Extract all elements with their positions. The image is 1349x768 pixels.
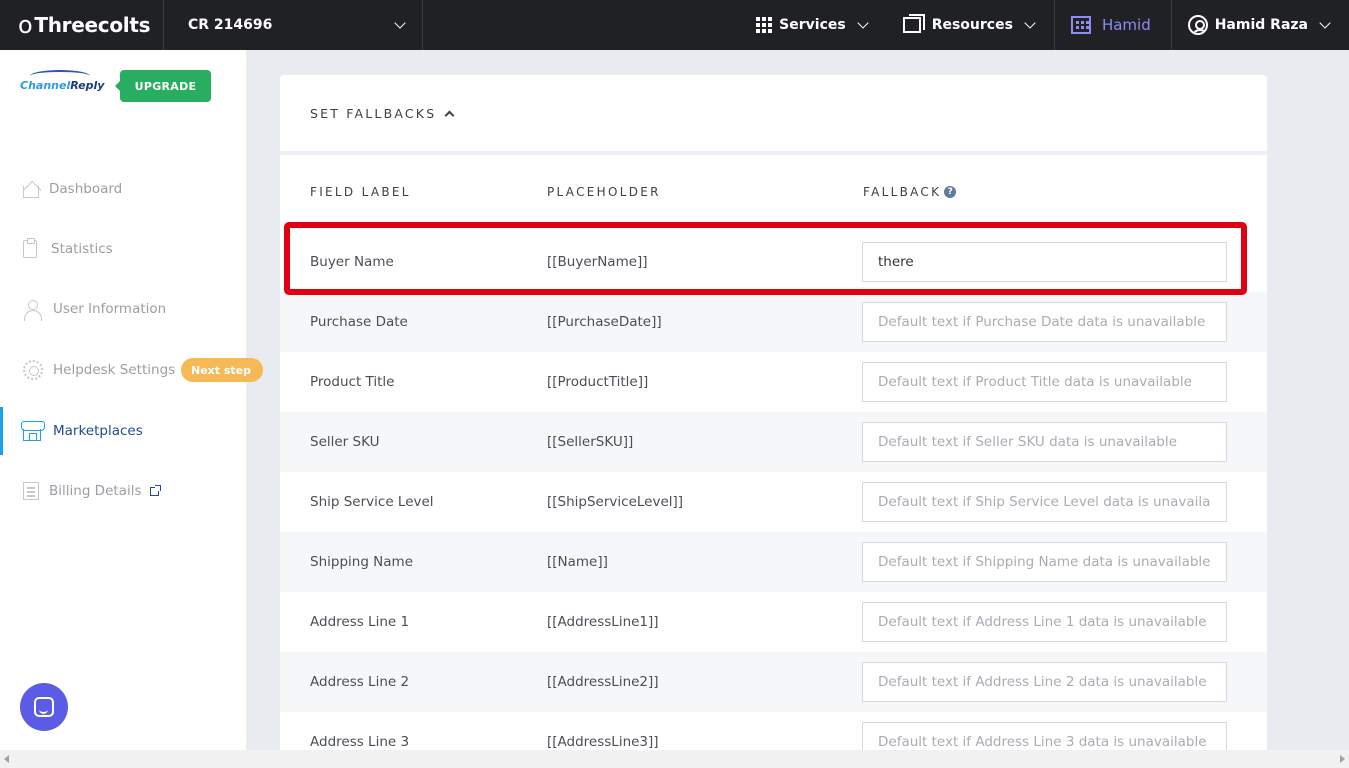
column-header-fallback-label: FALLBACK [863,185,942,199]
column-header-fallback: FALLBACK ? [863,185,957,199]
help-icon[interactable]: ? [944,186,957,198]
user-menu[interactable]: Hamid Raza [1172,0,1349,50]
sidebar-item-dashboard[interactable]: Dashboard [0,165,246,213]
top-navbar: ᴏ Threecolts CR 214696 Services Resource… [0,0,1349,50]
placeholder-token: [[PurchaseDate]] [547,314,662,330]
chevron-down-icon [1319,17,1331,29]
chat-icon [34,697,54,717]
sidebar-item-label: Statistics [51,241,113,257]
resources-menu[interactable]: Resources [885,0,1054,50]
book-icon [902,14,925,33]
resources-label: Resources [931,17,1013,33]
chat-launcher-button[interactable] [20,683,68,731]
user-name: Hamid Raza [1214,17,1308,33]
placeholder-token: [[AddressLine1]] [547,614,659,630]
services-menu[interactable]: Services [738,0,885,50]
placeholder-token: [[AddressLine2]] [547,674,659,690]
table-row: Address Line 2 [[AddressLine2]] [280,652,1267,712]
sidebar-item-label: Marketplaces [53,423,143,439]
billing-icon [23,482,39,500]
column-header-placeholder: PLACEHOLDER [547,185,661,199]
placeholder-token: [[SellerSKU]] [547,434,634,450]
apps-grid-icon [756,17,773,33]
field-label: Address Line 1 [310,614,410,630]
column-header-field-label: FIELD LABEL [310,185,411,199]
table-row: Address Line 1 [[AddressLine1]] [280,592,1267,652]
table-row: Ship Service Level [[ShipServiceLevel]] [280,472,1267,532]
placeholder-token: [[ProductTitle]] [547,374,649,390]
threecolts-logo-icon: ᴏ [18,11,33,39]
field-label: Buyer Name [310,254,394,270]
brand-name: Threecolts [34,13,151,37]
sidebar-item-statistics[interactable]: Statistics [0,225,246,273]
upgrade-button[interactable]: UPGRADE [115,70,211,102]
field-label: Ship Service Level [310,494,434,510]
sidebar-item-label: User Information [53,301,167,317]
fallback-input[interactable] [862,362,1227,402]
set-fallbacks-toggle[interactable]: SET FALLBACKS [310,105,455,121]
chevron-down-icon [857,17,869,29]
fallbacks-card: SET FALLBACKS FIELD LABEL PLACEHOLDER FA… [280,75,1267,765]
sidebar-item-user-information[interactable]: User Information [0,285,246,333]
scroll-right-arrow-icon[interactable] [1340,755,1345,763]
logo-text-reply: Reply [70,79,105,92]
channelreply-logo[interactable]: ChannelReply [20,70,104,102]
chevron-up-icon [444,110,455,120]
fallback-input[interactable] [862,302,1227,342]
table-row: Product Title [[ProductTitle]] [280,352,1267,412]
next-step-badge: Next step [181,358,263,382]
store-icon [21,420,45,441]
fallback-input[interactable] [862,422,1227,462]
table-row: Seller SKU [[SellerSKU]] [280,412,1267,472]
gear-icon [23,360,43,380]
sidebar-item-label: Dashboard [49,181,123,197]
fallback-input[interactable] [862,482,1227,522]
horizontal-scrollbar[interactable] [0,750,1349,768]
sidebar-item-label: Billing Details [49,483,142,499]
fallback-input[interactable] [862,542,1227,582]
sidebar-item-helpdesk-settings[interactable]: Helpdesk Settings Next step [0,346,263,394]
external-link-icon [150,484,162,496]
chevron-down-icon [394,17,406,29]
user-icon [23,299,43,321]
sidebar-item-label: Helpdesk Settings [53,362,176,378]
placeholder-token: [[ShipServiceLevel]] [547,494,684,510]
field-label: Address Line 2 [310,674,410,690]
fallback-input[interactable] [862,242,1227,282]
field-label: Purchase Date [310,314,408,330]
field-label: Seller SKU [310,434,380,450]
chevron-down-icon [1024,17,1036,29]
table-row: Shipping Name [[Name]] [280,532,1267,592]
sidebar-item-billing-details[interactable]: Billing Details [0,467,246,515]
sidebar: ChannelReply UPGRADE Dashboard Statistic… [0,50,263,750]
card-header: SET FALLBACKS [280,75,1267,155]
table-row: Purchase Date [[PurchaseDate]] [280,292,1267,352]
placeholder-token: [[Name]] [547,554,608,570]
placeholder-token: [[BuyerName]] [547,254,648,270]
building-icon [1070,16,1091,34]
table-row: Buyer Name [[BuyerName]] [280,232,1267,292]
scroll-left-arrow-icon[interactable] [4,755,9,763]
workspace-link[interactable]: Hamid [1053,0,1172,50]
workspace-label: Hamid [1101,16,1151,34]
field-label: Shipping Name [310,554,414,570]
services-label: Services [779,17,846,33]
clipboard-icon [23,238,37,258]
user-circle-icon [1187,15,1208,35]
sidebar-item-marketplaces[interactable]: Marketplaces [0,407,246,455]
section-title: SET FALLBACKS [310,105,437,121]
threecolts-logo[interactable]: ᴏ Threecolts [0,0,164,50]
field-label: Product Title [310,374,395,390]
fallback-input[interactable] [862,662,1227,702]
account-name: CR 214696 [188,17,273,33]
logo-text-channel: Channel [20,79,71,92]
fallback-input[interactable] [862,602,1227,642]
home-icon [23,186,39,198]
account-selector[interactable]: CR 214696 [164,0,423,50]
